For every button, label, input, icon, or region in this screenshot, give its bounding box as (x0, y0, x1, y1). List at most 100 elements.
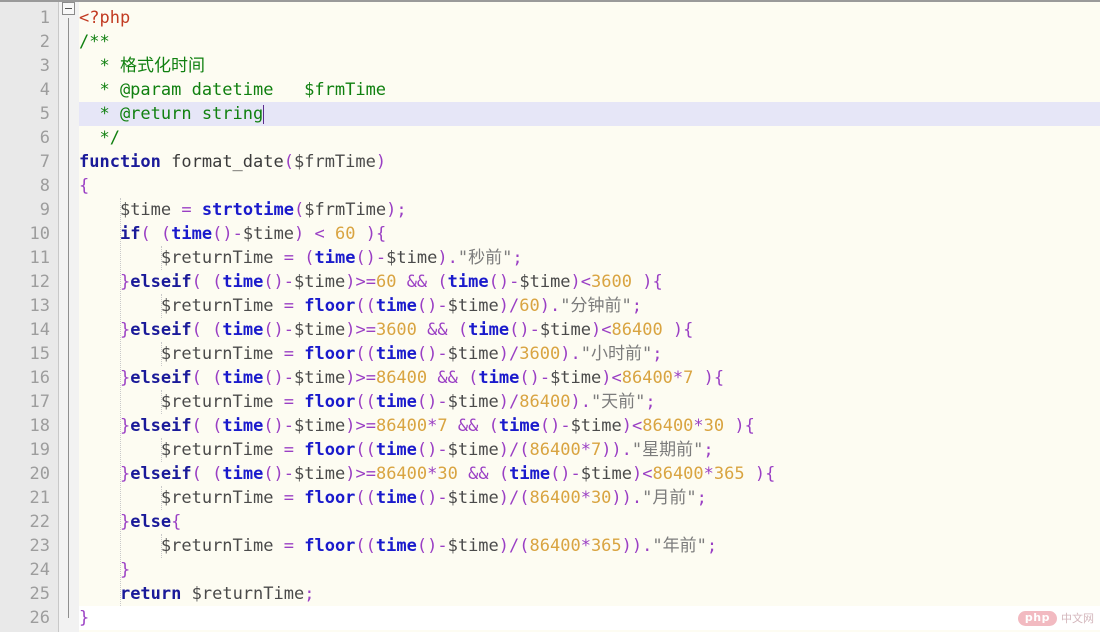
code-token-var: $time (242, 224, 295, 244)
code-token-op: { (79, 176, 90, 196)
code-token-num: 86400 (519, 392, 571, 412)
code-token-var: $time (447, 392, 499, 412)
code-token-kw: elseif (130, 272, 192, 292)
code-token-fn: time (314, 248, 356, 268)
code-line[interactable]: $returnTime = floor((time()-$time)/(8640… (79, 534, 717, 558)
code-token-fn: time (222, 368, 264, 388)
code-line[interactable]: $returnTime = floor((time()-$time)/3600)… (79, 342, 663, 366)
code-token-fn: floor (304, 536, 356, 556)
code-token-str: "秒前" (457, 248, 513, 268)
code-line[interactable]: */ (79, 126, 119, 150)
code-token-op: () (416, 440, 438, 460)
code-line[interactable]: }elseif( (time()-$time)>=86400*7 && (tim… (79, 414, 755, 438)
code-token-op: )>= (345, 464, 376, 484)
code-line[interactable]: <?php (79, 6, 130, 30)
code-token-kw: else (130, 512, 172, 532)
code-line[interactable]: }elseif( (time()-$time)>=86400*30 && (ti… (79, 462, 775, 486)
code-token-op: ( (498, 464, 510, 484)
code-line[interactable]: return $returnTime; (79, 582, 315, 606)
code-token-op: - (437, 392, 448, 412)
code-token-op: ; (696, 488, 707, 508)
line-number: 26 (29, 608, 50, 628)
code-token-op: = (283, 344, 294, 364)
code-line[interactable]: { (79, 174, 89, 198)
code-line[interactable]: function format_date($frmTime) (79, 150, 386, 174)
code-token-op: ( (191, 416, 213, 436)
code-line[interactable]: * @return string (79, 102, 263, 126)
code-token-var: $time (447, 440, 499, 460)
code-token-op: = (283, 248, 294, 268)
code-line-background (79, 510, 1100, 534)
code-line[interactable]: }elseif( (time()-$time)>=3600 && (time()… (79, 318, 693, 342)
code-line[interactable]: $returnTime = (time()-$time)."秒前"; (79, 246, 523, 270)
code-line[interactable]: * 格式化时间 (79, 54, 204, 78)
code-token-var: $time (447, 488, 499, 508)
code-token-fn: time (171, 224, 213, 244)
code-token-op: ; (631, 296, 642, 316)
minus-icon (65, 8, 72, 9)
code-token-fn: time (375, 392, 417, 412)
code-text-area[interactable]: <?php /** * 格式化时间 * @param datetime $frmT… (79, 2, 1100, 632)
code-token-var: $time (294, 368, 346, 388)
code-line[interactable]: $returnTime = floor((time()-$time)/(8640… (79, 438, 714, 462)
code-line[interactable]: /** (79, 30, 110, 54)
code-token-var: $returnTime (160, 536, 274, 556)
code-token-op: )< (601, 368, 622, 388)
code-token-op: () (263, 416, 284, 436)
line-number: 20 (29, 464, 50, 484)
code-line[interactable]: $returnTime = floor((time()-$time)/60)."… (79, 294, 642, 318)
code-token-op: ( (191, 464, 213, 484)
code-token-com: * @return string (79, 104, 264, 124)
code-line[interactable]: }elseif( (time()-$time)>=60 && (time()-$… (79, 270, 663, 294)
code-line[interactable]: }elseif( (time()-$time)>=86400 && (time(… (79, 366, 724, 390)
code-token-kw: elseif (130, 320, 192, 340)
code-token-fn: time (447, 272, 489, 292)
line-number: 21 (29, 488, 50, 508)
code-token-plain: format_date (171, 152, 284, 172)
code-token-op: * (693, 416, 704, 436)
code-token-op: ){ (693, 368, 725, 388)
code-token-op: - (232, 224, 243, 244)
code-line[interactable]: $time = strtotime($frmTime); (79, 198, 407, 222)
code-token-op: )/( (498, 536, 530, 556)
code-token-op: * (427, 464, 438, 484)
code-line[interactable]: }else{ (79, 510, 181, 534)
code-token-num: 7 (590, 440, 602, 460)
code-line-background (79, 558, 1100, 582)
line-number: 14 (29, 320, 50, 340)
code-token-fn: floor (304, 344, 356, 364)
code-token-op: && (437, 368, 458, 388)
text-caret (262, 105, 264, 124)
code-token-op: - (283, 368, 295, 388)
code-token-op: ){ (662, 320, 694, 340)
code-line-background (79, 30, 1100, 54)
code-fold-column[interactable] (59, 2, 79, 632)
code-token-kw: if (119, 224, 141, 244)
code-line[interactable]: } (79, 558, 130, 582)
fold-collapse-icon[interactable] (62, 2, 75, 15)
code-line[interactable]: $returnTime = floor((time()-$time)/(8640… (79, 486, 707, 510)
code-line[interactable]: $returnTime = floor((time()-$time)/86400… (79, 390, 656, 414)
code-token-num: 86400 (529, 440, 581, 460)
code-line[interactable]: * @param datetime $frmTime (79, 78, 386, 102)
code-token-op: * (703, 464, 714, 484)
code-token-fn: time (468, 320, 510, 340)
indent-guide (160, 246, 163, 270)
code-line[interactable]: } (79, 606, 89, 630)
code-line[interactable]: if( (time()-$time) < 60 ){ (79, 222, 386, 246)
code-token-com: /** (79, 32, 110, 52)
code-editor[interactable]: 1 2 3 4 5 6 7 8 9 10 11 12 13 14 15 16 17 18 19 20 21 22 23 24 2… (0, 0, 1100, 632)
code-token-fn: time (509, 464, 551, 484)
code-token-num: 86400 (529, 488, 581, 508)
